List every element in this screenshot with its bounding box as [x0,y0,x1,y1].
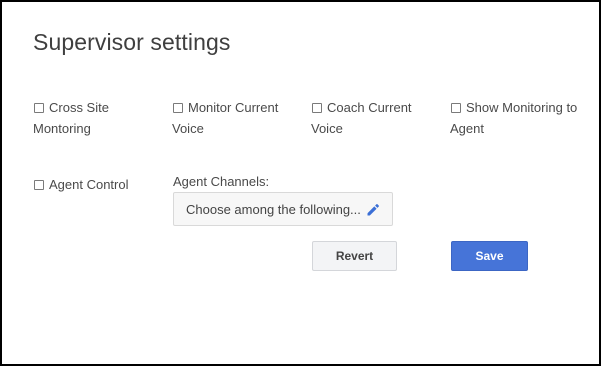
agent-channels-select[interactable]: Choose among the following... [173,192,393,226]
settings-panel: Supervisor settings Cross Site Montoring… [0,0,601,366]
checkbox-label: Agent Control [49,177,129,192]
checkbox-show-monitoring-to-agent[interactable]: Show Monitoring to Agent [450,97,590,139]
checkbox-coach-current-voice[interactable]: Coach Current Voice [311,97,441,139]
checkbox-monitor-current-voice[interactable]: Monitor Current Voice [172,97,302,139]
agent-channels-placeholder: Choose among the following... [186,202,361,217]
agent-channels-label: Agent Channels: [173,174,270,189]
checkbox-label: Cross Site Montoring [33,100,109,136]
checkbox-label: Monitor Current Voice [172,100,279,136]
checkbox-icon[interactable] [173,103,183,113]
checkbox-label: Coach Current Voice [311,100,412,136]
revert-button[interactable]: Revert [312,241,397,271]
checkbox-icon[interactable] [34,103,44,113]
checkbox-agent-control[interactable]: Agent Control [33,174,163,195]
page-title: Supervisor settings [33,29,231,55]
save-button[interactable]: Save [451,241,528,271]
checkbox-label: Show Monitoring to Agent [450,100,578,136]
pencil-icon[interactable] [366,203,380,217]
checkbox-cross-site-monitoring[interactable]: Cross Site Montoring [33,97,163,139]
checkbox-icon[interactable] [312,103,322,113]
checkbox-icon[interactable] [451,103,461,113]
checkbox-icon[interactable] [34,180,44,190]
